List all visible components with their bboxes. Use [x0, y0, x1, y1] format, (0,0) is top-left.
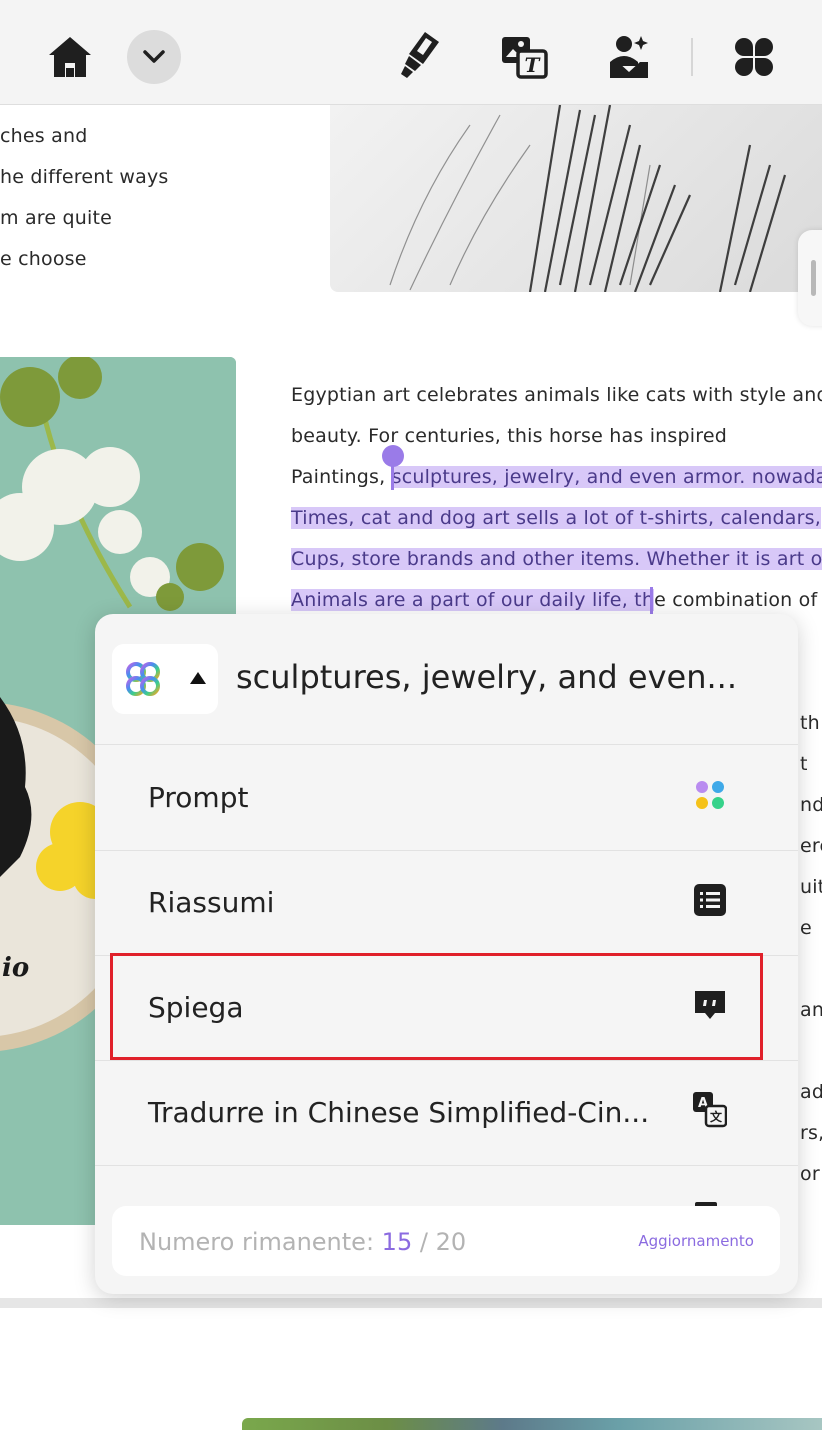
menu-item-translate[interactable]: Tradurre in Chinese Simplified-Cin... A …: [95, 1060, 798, 1166]
menu-item-summarize[interactable]: Riassumi: [95, 850, 798, 956]
apps-grid-icon[interactable]: [733, 36, 775, 78]
remaining-quota-bar: Numero rimanente: 15 / 20 Aggiornamento: [112, 1206, 780, 1276]
page-separator: [0, 1298, 822, 1308]
menu-item-label: Prompt: [148, 781, 249, 814]
highlight-annotation-box: [110, 953, 763, 1060]
doc-line: e choose: [0, 248, 87, 270]
highlighted-text[interactable]: Times, cat and dog art sells a lot of t-…: [291, 507, 821, 529]
doc-line: Cups, store brands and other items. Whet…: [291, 548, 822, 570]
doc-line: Times, cat and dog art sells a lot of t-…: [291, 507, 821, 529]
doc-line: ches and: [0, 125, 88, 147]
selection-end-caret[interactable]: [650, 587, 653, 615]
doc-line: Paintings, sculptures, jewelry, and even…: [291, 466, 822, 488]
doc-line: Animals are a part of our daily life, th…: [291, 589, 817, 611]
doc-fragment: nd: [800, 794, 822, 816]
doc-fragment: t: [800, 753, 808, 775]
sketch-image: [330, 105, 822, 292]
caret-up-icon[interactable]: [190, 672, 206, 684]
doc-text: Paintings,: [291, 466, 386, 488]
home-icon[interactable]: [44, 33, 96, 81]
svg-text:文: 文: [710, 1109, 723, 1124]
doc-fragment: rs,: [800, 1122, 822, 1144]
popup-header: sculptures, jewelry, and even...: [95, 614, 798, 745]
doc-fragment: uit: [800, 876, 822, 898]
translate-icon: A 文: [692, 1092, 728, 1128]
side-panel-handle[interactable]: [798, 230, 822, 326]
doc-fragment: or: [800, 1163, 820, 1185]
remaining-used: 15: [381, 1228, 413, 1256]
doc-fragment: ada: [800, 1081, 822, 1103]
toolbar-divider: [691, 38, 693, 76]
remaining-label: Numero rimanente:: [139, 1228, 375, 1256]
next-page-image-edge: [242, 1418, 822, 1430]
highlighted-text[interactable]: Animals are a part of our daily life, th: [291, 589, 655, 611]
summary-list-icon: [692, 882, 728, 918]
ai-model-selector[interactable]: [112, 644, 218, 714]
svg-text:T: T: [525, 53, 542, 77]
doc-line: he different ways: [0, 166, 169, 188]
doc-fragment: th: [800, 712, 820, 734]
ai-image-icon[interactable]: [608, 32, 650, 80]
menu-item-label: Riassumi: [148, 886, 275, 919]
selection-start-caret: [391, 460, 394, 490]
doc-fragment: and: [800, 999, 822, 1021]
embroidery-label: io: [2, 953, 30, 983]
chevron-down-icon[interactable]: [127, 30, 181, 84]
highlighted-text[interactable]: sculptures, jewelry, and even armor. now…: [391, 466, 822, 488]
upgrade-link[interactable]: Aggiornamento: [638, 1232, 754, 1250]
doc-line: m are quite: [0, 207, 113, 229]
selected-text-preview: sculptures, jewelry, and even...: [236, 658, 737, 696]
remaining-quota-text: Numero rimanente: 15 / 20: [139, 1228, 466, 1256]
highlighter-icon[interactable]: [398, 30, 442, 80]
highlighted-text[interactable]: Cups, store brands and other items. Whet…: [291, 548, 822, 570]
doc-line: Egyptian art celebrates animals like cat…: [291, 384, 822, 406]
image-translate-icon[interactable]: T: [499, 34, 549, 80]
doc-fragment: ere: [800, 835, 822, 857]
remaining-total: 20: [435, 1228, 467, 1256]
menu-item-label: Tradurre in Chinese Simplified-Cin...: [148, 1096, 650, 1129]
doc-fragment: e: [800, 917, 812, 939]
doc-line: beauty. For centuries, this horse has in…: [291, 425, 727, 447]
doc-text: e combination of: [654, 589, 818, 611]
prompt-dots-icon: [692, 777, 728, 813]
top-toolbar: T: [0, 0, 822, 105]
menu-item-prompt[interactable]: Prompt: [95, 745, 798, 851]
remaining-separator: /: [419, 1228, 428, 1256]
